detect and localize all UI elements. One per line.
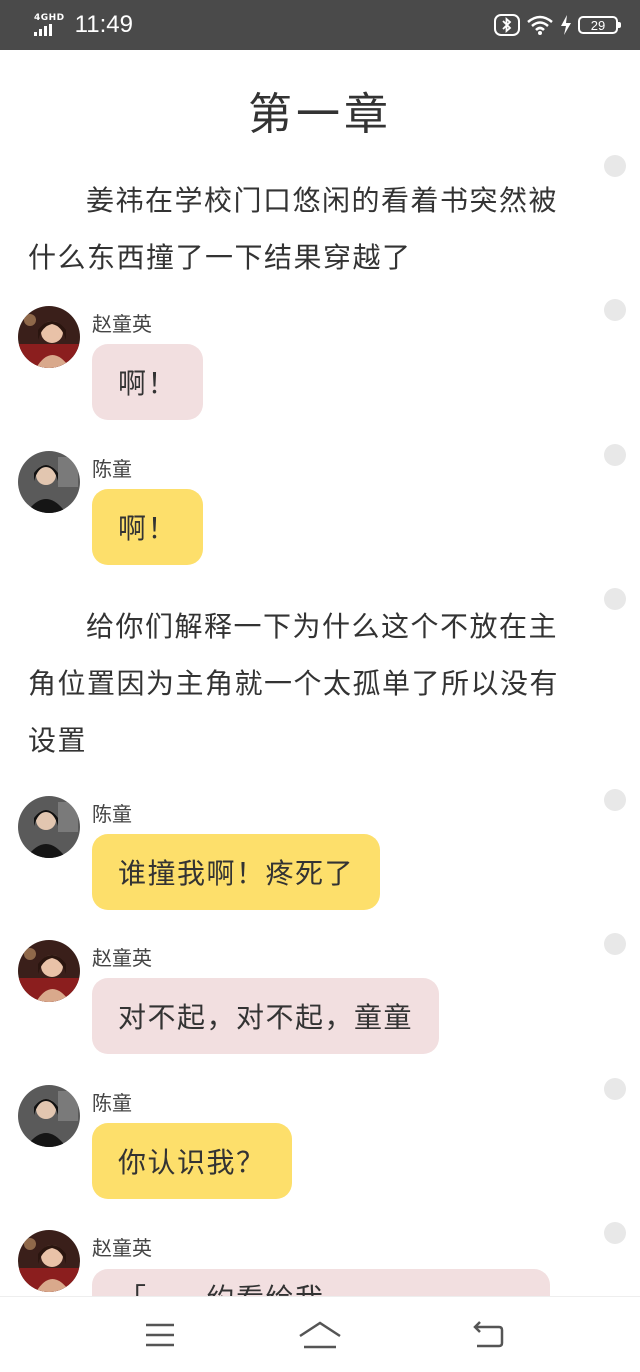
avatar-zhao	[18, 940, 80, 1002]
comment-dot[interactable]	[604, 588, 626, 610]
home-icon	[299, 1321, 341, 1349]
back-icon	[473, 1321, 504, 1348]
sender-name: 赵童英	[92, 946, 152, 970]
comment-dot[interactable]	[604, 155, 626, 177]
status-bar: 4GHD 11:49 29	[0, 0, 640, 50]
menu-icon	[146, 1323, 174, 1347]
back-button[interactable]	[466, 1313, 510, 1357]
message-bubble[interactable]: 啊！	[92, 489, 204, 565]
bluetooth-icon	[494, 14, 520, 36]
message-bubble[interactable]: 对不起，对不起，童童	[92, 978, 440, 1054]
message-bubble[interactable]: 啊！	[92, 344, 204, 420]
status-icons: 29	[494, 14, 621, 36]
network-type: 4GHD	[34, 13, 65, 23]
message-bubble[interactable]: 「……约看绘我，一…	[92, 1269, 550, 1296]
home-button[interactable]	[298, 1313, 342, 1357]
story-content[interactable]: 第一章 姜祎在学校门口悠闲的看着书突然被什么东西撞了一下结果穿越了 赵童英 啊！	[0, 50, 640, 1296]
avatar-zhao	[18, 1230, 80, 1292]
avatar-chen	[18, 451, 80, 513]
wifi-icon	[527, 15, 553, 35]
system-nav-bar	[0, 1296, 640, 1372]
battery-icon: 29	[578, 16, 621, 34]
avatar-chen	[18, 796, 80, 858]
charging-icon	[561, 15, 571, 35]
chapter-title: 第一章	[248, 89, 392, 140]
signal-icon	[34, 24, 52, 36]
message-bubble[interactable]: 你认识我？	[92, 1123, 292, 1199]
sender-name: 陈童	[92, 802, 132, 826]
narration-paragraph: 姜祎在学校门口悠闲的看着书突然被什么东西撞了一下结果穿越了	[28, 184, 559, 274]
avatar-zhao	[18, 306, 80, 368]
narration-paragraph: 给你们解释一下为什么这个不放在主角位置因为主角就一个太孤单了所以没有设置	[28, 610, 560, 757]
avatar-chen	[18, 1085, 80, 1147]
sender-name: 赵童英	[92, 1236, 152, 1260]
battery-level: 29	[590, 17, 606, 33]
message-bubble[interactable]: 谁撞我啊！疼死了	[92, 834, 381, 910]
sender-name: 赵童英	[92, 312, 152, 336]
comment-dot[interactable]	[604, 933, 626, 955]
status-time: 11:49	[74, 11, 133, 38]
comment-dot[interactable]	[604, 1078, 626, 1100]
menu-button[interactable]	[138, 1313, 182, 1357]
sender-name: 陈童	[92, 457, 132, 481]
sender-name: 陈童	[92, 1091, 132, 1115]
comment-dot[interactable]	[604, 789, 626, 811]
comment-dot[interactable]	[604, 1222, 626, 1244]
network-indicator: 4GHD	[34, 14, 65, 36]
comment-dot[interactable]	[604, 444, 626, 466]
comment-dot[interactable]	[604, 299, 626, 321]
